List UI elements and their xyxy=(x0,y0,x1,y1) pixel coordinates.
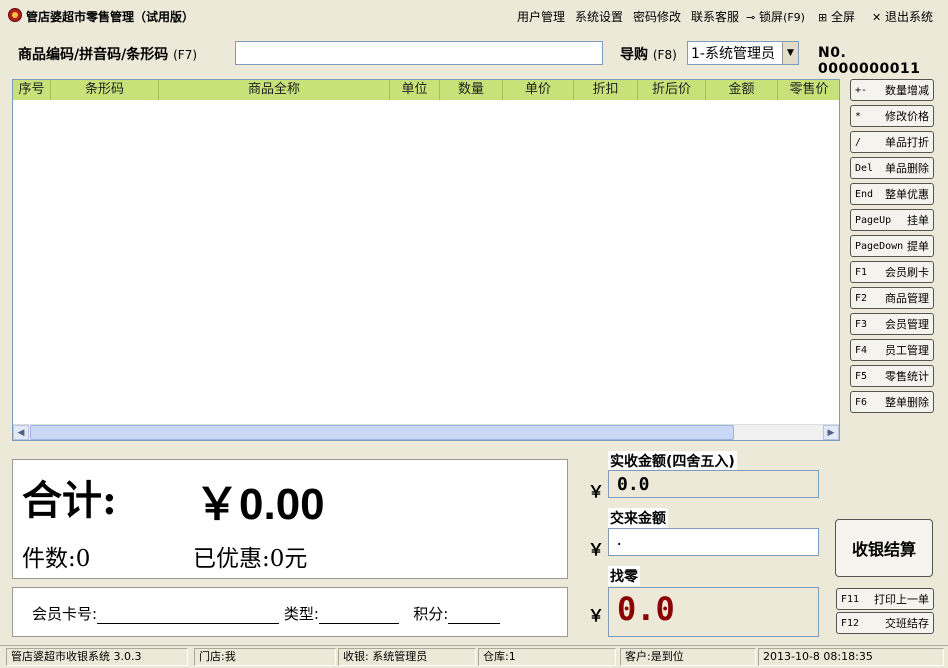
change-label: 找零 xyxy=(608,566,640,586)
window-title: 管店婆超市零售管理（试用版） xyxy=(26,10,195,24)
print-last-button[interactable]: F11 打印上一单 xyxy=(836,588,934,610)
discount-amount: 已优惠:0元 xyxy=(193,546,308,572)
total-label: 合计: xyxy=(22,477,117,524)
checkout-button[interactable]: 收银结算 xyxy=(835,519,933,577)
menu-system-settings[interactable]: 系统设置 xyxy=(575,8,623,25)
column-header[interactable]: 序号 xyxy=(13,80,51,100)
key-icon: ⊸ xyxy=(746,11,756,24)
guide-hotkey: (F8) xyxy=(652,48,677,62)
qty-adjust-button[interactable]: +- 数量增减 xyxy=(850,79,934,101)
lock-hotkey: (F9) xyxy=(783,11,805,24)
scroll-left-icon[interactable]: ◀ xyxy=(13,425,29,440)
status-system-version: 管店婆超市收银系统 3.0.3 xyxy=(6,648,188,666)
scrollbar-thumb[interactable] xyxy=(30,425,734,440)
actual-amount-value: 0.0 xyxy=(608,470,819,498)
exit-label: 退出系统 xyxy=(885,10,934,24)
shift-close-button[interactable]: F12 交班结存 xyxy=(836,612,934,634)
status-datetime: 2013-10-8 08:18:35 xyxy=(758,648,944,666)
member-card-label: 会员卡号: xyxy=(32,605,98,623)
yen-symbol: ￥ xyxy=(588,606,605,625)
status-warehouse: 仓库:1 xyxy=(478,648,616,666)
order-discount-button[interactable]: End 整单优惠 xyxy=(850,183,934,205)
guide-label: 导购 (F8) xyxy=(620,47,677,63)
column-header[interactable]: 折扣 xyxy=(574,80,638,100)
member-info-row: 会员卡号: 类型: 积分: xyxy=(32,603,501,624)
status-customer: 客户:是到位 xyxy=(620,648,756,666)
actual-amount-label: 实收金额(四舍五入) xyxy=(608,451,737,471)
menu-fullscreen[interactable]: ⊞ 全屏 xyxy=(818,8,855,25)
column-header[interactable]: 零售价 xyxy=(778,80,839,100)
recall-order-button[interactable]: PageDown 提单 xyxy=(850,235,934,257)
search-hotkey: (F7) xyxy=(173,48,198,62)
order-number: N0. 0000000011 xyxy=(818,45,921,77)
menu-contact-support[interactable]: 联系客服 xyxy=(691,8,739,25)
column-header[interactable]: 商品全称 xyxy=(159,80,390,100)
paid-amount-label: 交来金额 xyxy=(608,508,668,528)
member-card-field[interactable] xyxy=(97,610,280,624)
search-input[interactable] xyxy=(235,41,603,65)
fullscreen-label: 全屏 xyxy=(831,10,856,24)
member-type-label: 类型: xyxy=(283,605,319,623)
search-label: 商品编码/拼音码/条形码 (F7) xyxy=(18,47,198,63)
change-value: 0.0 xyxy=(608,587,819,637)
item-count: 件数:0 xyxy=(22,546,91,572)
horizontal-scrollbar[interactable]: ◀ ▶ xyxy=(13,424,839,440)
yen-symbol: ￥ xyxy=(588,482,605,501)
item-delete-button[interactable]: Del 单品删除 xyxy=(850,157,934,179)
fullscreen-icon: ⊞ xyxy=(818,11,828,24)
lock-label: 锁屏 xyxy=(759,10,784,24)
menu-lock-screen[interactable]: ⊸ 锁屏(F9) xyxy=(746,8,805,25)
delete-order-button[interactable]: F6 整单删除 xyxy=(850,391,934,413)
app-logo-icon xyxy=(8,8,22,22)
total-value: ￥0.00 xyxy=(195,480,325,529)
sales-stats-button[interactable]: F5 零售统计 xyxy=(850,365,934,387)
close-icon: ✕ xyxy=(872,11,882,24)
column-header[interactable]: 单价 xyxy=(503,80,574,100)
column-header[interactable]: 单位 xyxy=(390,80,440,100)
column-header[interactable]: 数量 xyxy=(440,80,503,100)
menu-user-management[interactable]: 用户管理 xyxy=(517,8,565,25)
guide-select[interactable]: 1-系统管理员 ▼ xyxy=(687,41,799,65)
status-store: 门店:我 xyxy=(194,648,336,666)
column-header[interactable]: 条形码 xyxy=(51,80,159,100)
column-header[interactable]: 金额 xyxy=(706,80,778,100)
item-discount-button[interactable]: / 单品打折 xyxy=(850,131,934,153)
member-points-field xyxy=(448,610,501,624)
status-cashier: 收银: 系统管理员 xyxy=(338,648,476,666)
scroll-right-icon[interactable]: ▶ xyxy=(823,425,839,440)
menu-password-change[interactable]: 密码修改 xyxy=(633,8,681,25)
employee-management-button[interactable]: F4 员工管理 xyxy=(850,339,934,361)
member-points-label: 积分: xyxy=(413,605,449,623)
hold-order-button[interactable]: PageUp 挂单 xyxy=(850,209,934,231)
chevron-down-icon[interactable]: ▼ xyxy=(782,42,798,64)
member-management-button[interactable]: F3 会员管理 xyxy=(850,313,934,335)
member-card-button[interactable]: F1 会员刷卡 xyxy=(850,261,934,283)
guide-selected-value: 1-系统管理员 xyxy=(691,46,775,62)
column-header[interactable]: 折后价 xyxy=(638,80,706,100)
product-management-button[interactable]: F2 商品管理 xyxy=(850,287,934,309)
table-header: 序号 条形码 商品全称 单位 数量 单价 折扣 折后价 金额 零售价 xyxy=(13,80,839,100)
member-type-field xyxy=(318,610,399,624)
product-table[interactable]: 序号 条形码 商品全称 单位 数量 单价 折扣 折后价 金额 零售价 ◀ ▶ xyxy=(12,79,840,441)
menu-exit-system[interactable]: ✕ 退出系统 xyxy=(872,8,933,25)
yen-symbol: ￥ xyxy=(588,540,605,559)
modify-price-button[interactable]: * 修改价格 xyxy=(850,105,934,127)
paid-amount-input[interactable]: . xyxy=(608,528,819,556)
